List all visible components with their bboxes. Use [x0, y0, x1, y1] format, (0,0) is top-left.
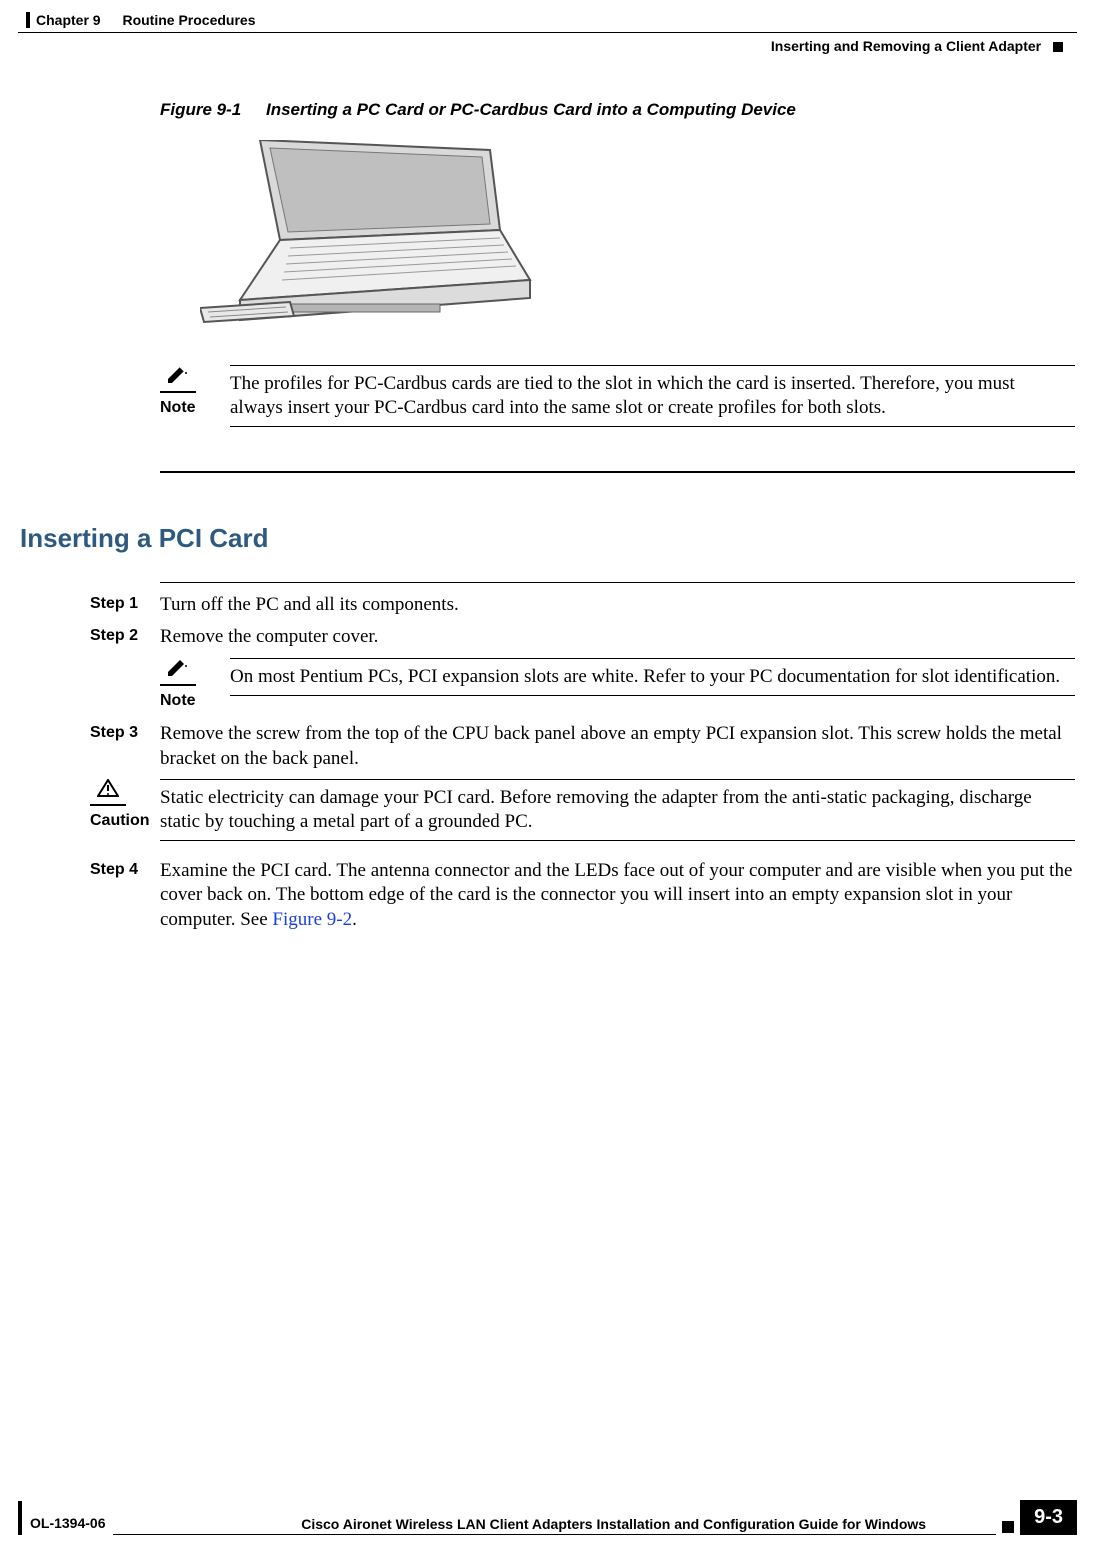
step-text: Remove the computer cover. [160, 625, 1075, 650]
figure-illustration [200, 140, 1075, 335]
note-icon-col: Note [160, 365, 230, 427]
step-text: Examine the PCI card. The antenna connec… [160, 859, 1075, 933]
caution-icon [90, 779, 126, 806]
note-text: On most Pentium PCs, PCI expansion slots… [230, 665, 1075, 689]
page-number: 9-3 [1020, 1500, 1077, 1535]
figure-caption: Figure 9-1 Inserting a PC Card or PC-Car… [160, 100, 1075, 120]
note-icon [160, 658, 196, 686]
page-footer: OL-1394-06 Cisco Aironet Wireless LAN Cl… [18, 1500, 1077, 1535]
steps-top-rule [160, 582, 1075, 583]
caution-block: Caution Static electricity can damage yo… [90, 779, 1075, 841]
doc-id-wrap: OL-1394-06 [22, 1501, 113, 1535]
step-1: Step 1 Turn off the PC and all its compo… [90, 593, 1075, 618]
note-rule-bottom [230, 426, 1075, 427]
note-body-wrap: The profiles for PC-Cardbus cards are ti… [230, 365, 1075, 427]
header-rule [18, 32, 1077, 33]
section-title: Inserting and Removing a Client Adapter [771, 38, 1041, 54]
note-text: The profiles for PC-Cardbus cards are ti… [230, 372, 1075, 420]
section-heading: Inserting a PCI Card [20, 523, 1075, 554]
step-label: Step 3 [90, 722, 160, 771]
step-4-post: . [352, 909, 357, 930]
step-label: Step 1 [90, 593, 160, 618]
caution-body-wrap: Static electricity can damage your PCI c… [160, 779, 1075, 841]
caution-label: Caution [90, 812, 160, 830]
chapter-label: Chapter 9 [26, 12, 101, 28]
note-rule-bottom [230, 695, 1075, 696]
step-label: Step 4 [90, 859, 160, 933]
step-3: Step 3 Remove the screw from the top of … [90, 722, 1075, 771]
laptop-icon [200, 140, 540, 330]
caution-rule-top [160, 779, 1075, 780]
header-left: Chapter 9 Routine Procedures [26, 12, 256, 28]
step-text: Remove the screw from the top of the CPU… [160, 722, 1075, 771]
figure-number: Figure 9-1 [160, 100, 241, 119]
caution-icon-col: Caution [90, 779, 160, 841]
chapter-title: Routine Procedures [122, 12, 255, 28]
note-block: Note The profiles for PC-Cardbus cards a… [160, 365, 1075, 427]
figure-9-2-link[interactable]: Figure 9-2 [272, 909, 352, 930]
header-marker-icon [1053, 42, 1063, 52]
document-id: OL-1394-06 [22, 1501, 113, 1535]
procedure-end-rule [160, 471, 1075, 473]
caution-rule-bottom [160, 840, 1075, 841]
caution-text: Static electricity can damage your PCI c… [160, 786, 1075, 834]
footer-line: OL-1394-06 Cisco Aironet Wireless LAN Cl… [18, 1500, 1077, 1535]
step-text: Turn off the PC and all its components. [160, 593, 1075, 618]
note-label: Note [160, 399, 230, 417]
page-header: Chapter 9 Routine Procedures Inserting a… [0, 0, 1095, 24]
note-body-wrap: On most Pentium PCs, PCI expansion slots… [230, 658, 1075, 710]
step-2: Step 2 Remove the computer cover. [90, 625, 1075, 650]
note-rule-top [230, 365, 1075, 366]
figure-title: Inserting a PC Card or PC-Cardbus Card i… [266, 100, 796, 119]
note-label: Note [160, 692, 230, 710]
page-content: Figure 9-1 Inserting a PC Card or PC-Car… [20, 90, 1075, 941]
step-4: Step 4 Examine the PCI card. The antenna… [90, 859, 1075, 933]
step-2-note: Note On most Pentium PCs, PCI expansion … [160, 658, 1075, 710]
note-icon-col: Note [160, 658, 230, 710]
footer-marker-icon [1002, 1521, 1014, 1533]
steps-list: Step 1 Turn off the PC and all its compo… [20, 582, 1075, 933]
header-section: Inserting and Removing a Client Adapter [771, 38, 1063, 54]
footer-rule: Cisco Aironet Wireless LAN Client Adapte… [113, 1519, 996, 1535]
step-label: Step 2 [90, 625, 160, 650]
guide-title: Cisco Aironet Wireless LAN Client Adapte… [301, 1516, 926, 1532]
note-rule-top [230, 658, 1075, 659]
note-icon [160, 365, 196, 393]
